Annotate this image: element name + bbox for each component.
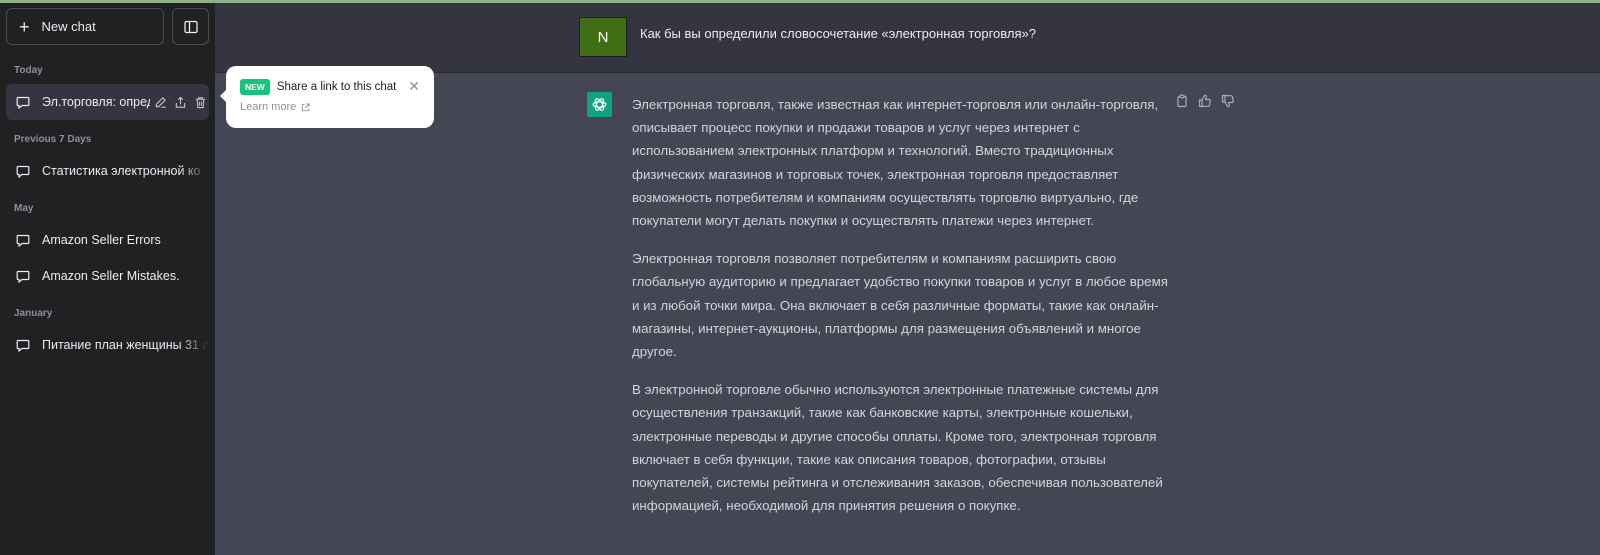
close-icon[interactable]: ✕	[408, 78, 420, 95]
assistant-message-text: Электронная торговля, также известная ка…	[632, 93, 1177, 532]
chat-item-actions	[154, 96, 207, 109]
sidebar-chat-title: Статистика электронной ко	[42, 164, 201, 178]
thumbs-up-icon[interactable]	[1198, 94, 1212, 108]
sidebar-chat-item[interactable]: Статистика электронной ко	[6, 153, 209, 189]
sidebar-chat-item[interactable]: Эл.торговля: опред	[6, 84, 209, 120]
sidebar-chat-item[interactable]: Amazon Seller Errors	[6, 222, 209, 258]
edit-icon[interactable]	[154, 96, 167, 109]
title-fade	[179, 327, 209, 363]
section-label-today: Today	[14, 65, 43, 76]
plus-icon: +	[19, 16, 30, 37]
trash-icon[interactable]	[194, 96, 207, 109]
sidebar-chat-title: Эл.торговля: опред	[42, 95, 150, 109]
learn-more-link[interactable]: Learn more	[240, 101, 420, 113]
sidebar-chat-item[interactable]: Amazon Seller Mistakes.	[6, 258, 209, 294]
assistant-message-row: Электронная торговля, также известная ка…	[215, 73, 1600, 555]
share-link-popup: NEW Share a link to this chat ✕ Learn mo…	[220, 66, 434, 128]
chat-bubble-icon	[16, 234, 30, 247]
popup-header: NEW Share a link to this chat	[240, 79, 420, 95]
title-fade	[179, 153, 209, 189]
answer-paragraph: В электронной торговле обычно используют…	[632, 382, 1163, 514]
openai-logo-icon	[587, 92, 612, 117]
user-message-row: N Как бы вы определили словосочетание «э…	[215, 0, 1600, 73]
sidebar-toggle-button[interactable]	[172, 8, 209, 45]
sidebar-top-bar: + New chat	[6, 8, 209, 45]
section-label-previous-7-days: Previous 7 Days	[14, 134, 92, 145]
new-chat-button[interactable]: + New chat	[6, 8, 165, 45]
popup-title: Share a link to this chat	[276, 81, 397, 93]
section-label-may: May	[14, 203, 34, 214]
new-badge: NEW	[240, 79, 270, 95]
user-message-text: Как бы вы определили словосочетание «эле…	[640, 26, 1036, 41]
thumbs-down-icon[interactable]	[1221, 94, 1235, 108]
answer-paragraph: Электронная торговля позволяет потребите…	[632, 251, 1168, 360]
external-link-icon	[302, 102, 310, 111]
answer-paragraph: Электронная торговля, также известная ка…	[632, 97, 1159, 229]
copy-icon[interactable]	[1175, 94, 1189, 108]
message-actions	[1175, 94, 1235, 108]
share-icon[interactable]	[174, 96, 187, 109]
learn-more-label: Learn more	[240, 101, 297, 113]
app-window: + New chat Today Эл.торговля: опред Prev…	[0, 0, 1600, 555]
user-avatar: N	[579, 17, 627, 57]
chat-bubble-icon	[16, 270, 30, 283]
sidebar: + New chat Today Эл.торговля: опред Prev…	[0, 0, 215, 555]
sidebar-toggle-icon	[184, 20, 198, 33]
chat-bubble-icon	[16, 339, 30, 352]
chat-bubble-icon	[16, 96, 30, 109]
sidebar-chat-item[interactable]: Питание план женщины 31 л	[6, 327, 209, 363]
section-label-january: January	[14, 308, 53, 319]
new-chat-label: New chat	[41, 19, 96, 34]
top-accent-line	[0, 0, 1600, 3]
chat-bubble-icon	[16, 165, 30, 178]
sidebar-chat-title: Amazon Seller Errors	[42, 233, 161, 247]
sidebar-chat-title: Amazon Seller Mistakes.	[42, 269, 180, 283]
